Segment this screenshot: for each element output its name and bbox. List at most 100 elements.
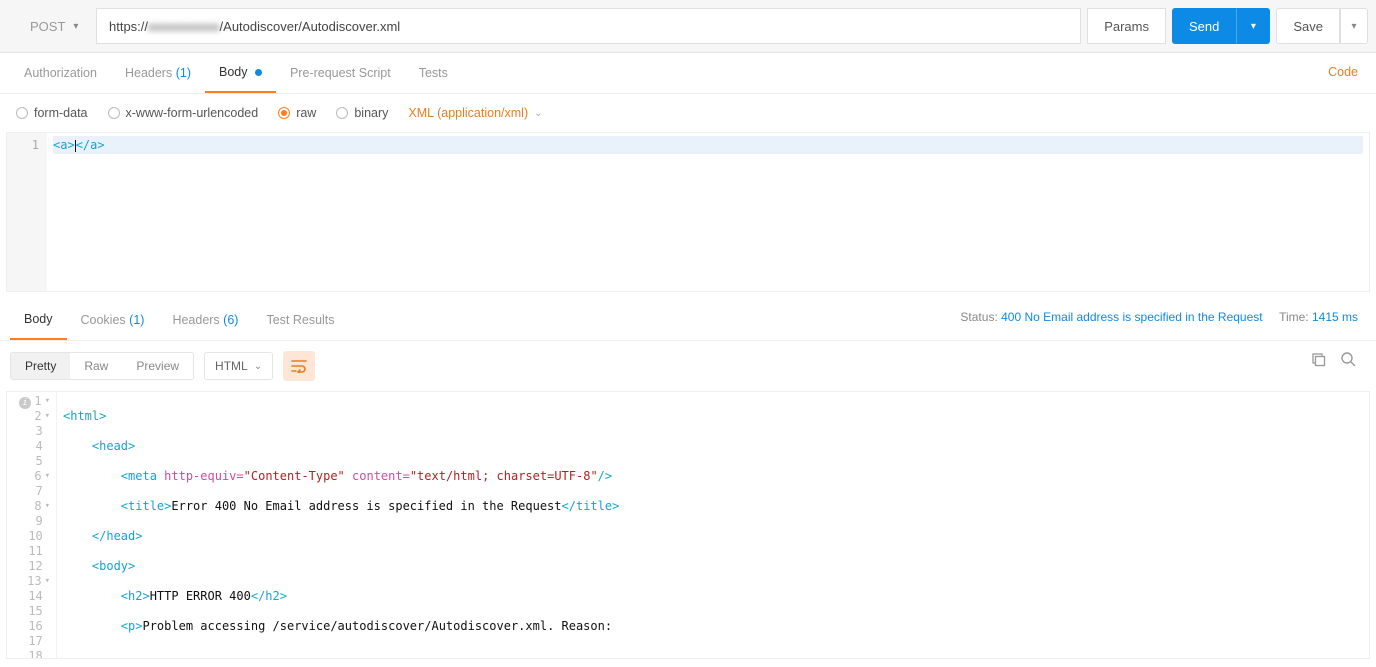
search-icon[interactable] — [1340, 351, 1356, 370]
code-pad — [63, 559, 92, 573]
response-body-editor[interactable]: i 1▾ 2▾ 3 4 5 6▾ 7 8▾ 9 10 11 12 13▾ 14 … — [6, 391, 1370, 659]
http-method-select[interactable]: POST ▾ — [20, 13, 90, 40]
resp-tab-body[interactable]: Body — [10, 300, 67, 340]
radio-binary[interactable]: binary — [336, 106, 388, 120]
resp-tab-cookies-count: (1) — [129, 313, 144, 327]
radio-xwww[interactable]: x-www-form-urlencoded — [108, 106, 259, 120]
view-preview[interactable]: Preview — [122, 353, 193, 379]
resp-tab-cookies[interactable]: Cookies (1) — [67, 301, 159, 339]
copy-icon[interactable] — [1310, 351, 1326, 370]
code-token: /> — [598, 469, 612, 483]
tab-tests[interactable]: Tests — [405, 54, 462, 92]
url-path: /Autodiscover/Autodiscover.xml — [220, 19, 401, 34]
wrap-lines-button[interactable] — [283, 351, 315, 381]
resp-tab-testresults[interactable]: Test Results — [252, 301, 348, 339]
unsaved-dot-icon — [255, 69, 262, 76]
radio-icon — [108, 107, 120, 119]
chevron-down-icon: ⌄ — [254, 361, 262, 372]
status-label: Status: — [960, 310, 997, 324]
response-code[interactable]: <html> <head> <meta http-equiv="Content-… — [57, 392, 1369, 658]
view-raw[interactable]: Raw — [70, 353, 122, 379]
send-dropdown[interactable]: ▾ — [1236, 8, 1270, 44]
code-pad — [63, 439, 92, 453]
code-token: </title> — [562, 499, 620, 513]
url-scheme: https:// — [109, 19, 148, 34]
chevron-down-icon: ▾ — [1251, 21, 1256, 32]
content-type-label: XML (application/xml) — [408, 106, 528, 120]
fold-icon[interactable]: ▾ — [45, 409, 50, 424]
request-tabs: Authorization Headers (1) Body Pre-reque… — [0, 53, 1376, 94]
response-gutter: i 1▾ 2▾ 3 4 5 6▾ 7 8▾ 9 10 11 12 13▾ 14 … — [7, 392, 57, 658]
editor-gutter: 1 — [7, 133, 47, 291]
radio-raw-label: raw — [296, 106, 316, 120]
request-body-editor[interactable]: 1 <a></a> — [6, 132, 1370, 292]
code-pad — [63, 619, 121, 633]
status-bar: Status: 400 No Email address is specifie… — [960, 310, 1358, 324]
code-token: </head> — [92, 529, 143, 543]
http-method-label: POST — [30, 19, 65, 34]
radio-icon — [336, 107, 348, 119]
response-view-row: Pretty Raw Preview HTML ⌄ — [0, 341, 1376, 391]
time-label: Time: — [1279, 310, 1309, 324]
code-token: Problem accessing /service/autodiscover/… — [142, 619, 612, 633]
code-token: http-equiv= — [164, 469, 243, 483]
tab-headers-label: Headers — [125, 66, 172, 80]
radio-binary-label: binary — [354, 106, 388, 120]
send-group: Send ▾ — [1172, 8, 1270, 44]
chevron-down-icon: ▾ — [73, 21, 78, 32]
save-button[interactable]: Save — [1276, 8, 1340, 44]
view-pretty[interactable]: Pretty — [11, 353, 70, 379]
save-group: Save ▾ — [1276, 8, 1368, 44]
code-token: Error 400 No Email address is specified … — [171, 499, 561, 513]
code-token: HTTP ERROR 400 — [150, 589, 251, 603]
code-pad — [345, 469, 352, 483]
save-dropdown[interactable]: ▾ — [1340, 8, 1368, 44]
status-value: 400 No Email address is specified in the… — [1001, 310, 1262, 324]
tab-body[interactable]: Body — [205, 53, 276, 93]
code-token: <meta — [121, 469, 164, 483]
code-token: <h2> — [121, 589, 150, 603]
resp-tab-headers[interactable]: Headers (6) — [158, 301, 252, 339]
code-token: <body> — [92, 559, 135, 573]
resp-tab-cookies-label: Cookies — [81, 313, 126, 327]
radio-icon — [278, 107, 290, 119]
body-type-row: form-data x-www-form-urlencoded raw bina… — [0, 94, 1376, 132]
time-value: 1415 ms — [1312, 310, 1358, 324]
info-icon: i — [19, 397, 31, 409]
code-link[interactable]: Code — [1328, 65, 1358, 79]
request-bar: POST ▾ https://xxxxxxxxxxx/Autodiscover/… — [0, 0, 1376, 53]
code-token: </h2> — [251, 589, 287, 603]
response-tabs: Body Cookies (1) Headers (6) Test Result… — [0, 300, 1376, 341]
fold-icon[interactable]: ▾ — [45, 499, 50, 514]
code-token: <head> — [92, 439, 135, 453]
language-select[interactable]: HTML ⌄ — [204, 352, 273, 380]
content-type-select[interactable]: XML (application/xml) ⌄ — [408, 106, 542, 120]
editor-code[interactable]: <a></a> — [47, 133, 1369, 291]
tab-headers-count: (1) — [176, 66, 191, 80]
wrap-icon — [291, 359, 307, 373]
params-button[interactable]: Params — [1087, 8, 1166, 44]
code-token: </a> — [76, 138, 105, 152]
code-token: "text/html; charset=UTF-8" — [410, 469, 598, 483]
view-mode-segment: Pretty Raw Preview — [10, 352, 194, 380]
radio-formdata[interactable]: form-data — [16, 106, 88, 120]
response-tools — [1310, 351, 1356, 370]
send-button[interactable]: Send — [1172, 8, 1236, 44]
url-input[interactable]: https://xxxxxxxxxxx/Autodiscover/Autodis… — [96, 8, 1081, 44]
tab-authorization[interactable]: Authorization — [10, 54, 111, 92]
chevron-down-icon: ▾ — [1351, 21, 1356, 32]
radio-xwww-label: x-www-form-urlencoded — [126, 106, 259, 120]
radio-formdata-label: form-data — [34, 106, 88, 120]
radio-raw[interactable]: raw — [278, 106, 316, 120]
code-token: <title> — [121, 499, 172, 513]
code-pad — [63, 469, 121, 483]
resp-tab-headers-label: Headers — [172, 313, 219, 327]
code-token: content= — [352, 469, 410, 483]
fold-icon[interactable]: ▾ — [45, 394, 50, 409]
radio-icon — [16, 107, 28, 119]
fold-icon[interactable]: ▾ — [45, 574, 50, 589]
fold-icon[interactable]: ▾ — [45, 469, 50, 484]
tab-headers[interactable]: Headers (1) — [111, 54, 205, 92]
code-token: <html> — [63, 409, 106, 423]
tab-prerequest[interactable]: Pre-request Script — [276, 54, 405, 92]
